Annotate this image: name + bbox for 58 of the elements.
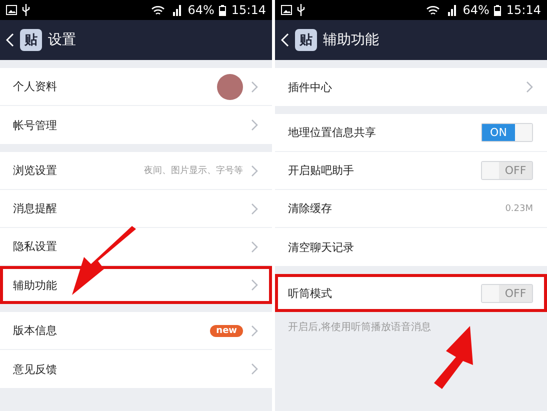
row-label: 帐号管理 (13, 118, 58, 132)
chevron-right-icon (251, 202, 258, 214)
settings-row[interactable]: 帐号管理 (0, 106, 272, 144)
settings-row[interactable]: 浏览设置 夜间、图片显示、字号等 (0, 152, 272, 190)
image-icon (281, 5, 292, 15)
page-title: 设置 (48, 31, 76, 49)
avatar-circle (217, 74, 243, 100)
settings-row[interactable]: 清空聊天记录 (275, 228, 547, 266)
battery-icon (494, 4, 502, 16)
row-label: 版本信息 (13, 323, 58, 338)
battery-percent: 64% (462, 3, 490, 17)
settings-row[interactable]: 地理位置信息共享 ON (275, 114, 547, 152)
setting-value: 0.23M (505, 204, 533, 214)
app-logo: 贴 (20, 29, 42, 51)
row-label: 消息提醒 (13, 201, 58, 216)
highlighted-settings-row[interactable]: 辅助功能 (0, 266, 272, 304)
chevron-right-icon (251, 279, 258, 291)
row-label: 地理位置信息共享 (288, 125, 377, 140)
setting-value: 夜间、图片显示、字号等 (144, 164, 243, 177)
chevron-right-icon (251, 119, 258, 131)
row-label: 插件中心 (288, 80, 333, 94)
wifi-icon (150, 4, 165, 16)
settings-row[interactable]: 个人资料 (0, 68, 272, 106)
row-label: 辅助功能 (13, 278, 58, 292)
new-badge: new (210, 324, 243, 336)
row-label: 听筒模式 (288, 286, 333, 300)
row-label: 清空聊天记录 (288, 240, 355, 254)
settings-row[interactable]: 清除缓存 0.23M (275, 190, 547, 228)
usb-icon (297, 4, 305, 16)
battery-icon (219, 4, 226, 16)
chevron-right-icon (526, 81, 533, 93)
row-label: 浏览设置 (13, 163, 58, 178)
page-title: 辅助功能 (323, 31, 379, 49)
battery-percent: 64% (188, 3, 214, 17)
back-icon[interactable] (6, 33, 14, 47)
chevron-right-icon (251, 363, 258, 375)
row-label: 清除缓存 (288, 201, 333, 216)
back-icon[interactable] (281, 33, 289, 47)
highlighted-settings-row[interactable]: 听筒模式 OFF (275, 274, 547, 312)
row-label: 个人资料 (13, 79, 58, 94)
settings-row[interactable]: 开启贴吧助手 OFF (275, 152, 547, 190)
chevron-right-icon (251, 324, 258, 336)
chevron-right-icon (251, 164, 258, 176)
clock-time: 15:14 (506, 3, 541, 17)
settings-row[interactable]: 插件中心 (275, 68, 547, 106)
image-icon (6, 5, 17, 15)
settings-row[interactable]: 意见反馈 (0, 350, 272, 388)
clock-time: 15:14 (231, 3, 266, 17)
chevron-right-icon (251, 240, 258, 252)
row-label: 隐私设置 (13, 239, 58, 254)
row-label: 意见反馈 (13, 362, 58, 376)
chevron-right-icon (251, 80, 258, 92)
row-label: 开启贴吧助手 (288, 163, 355, 178)
usb-icon (22, 4, 30, 16)
wifi-icon (426, 4, 440, 16)
settings-row[interactable]: 消息提醒 (0, 190, 272, 228)
app-logo: 贴 (295, 29, 317, 51)
settings-row[interactable]: 版本信息 new (0, 312, 272, 350)
